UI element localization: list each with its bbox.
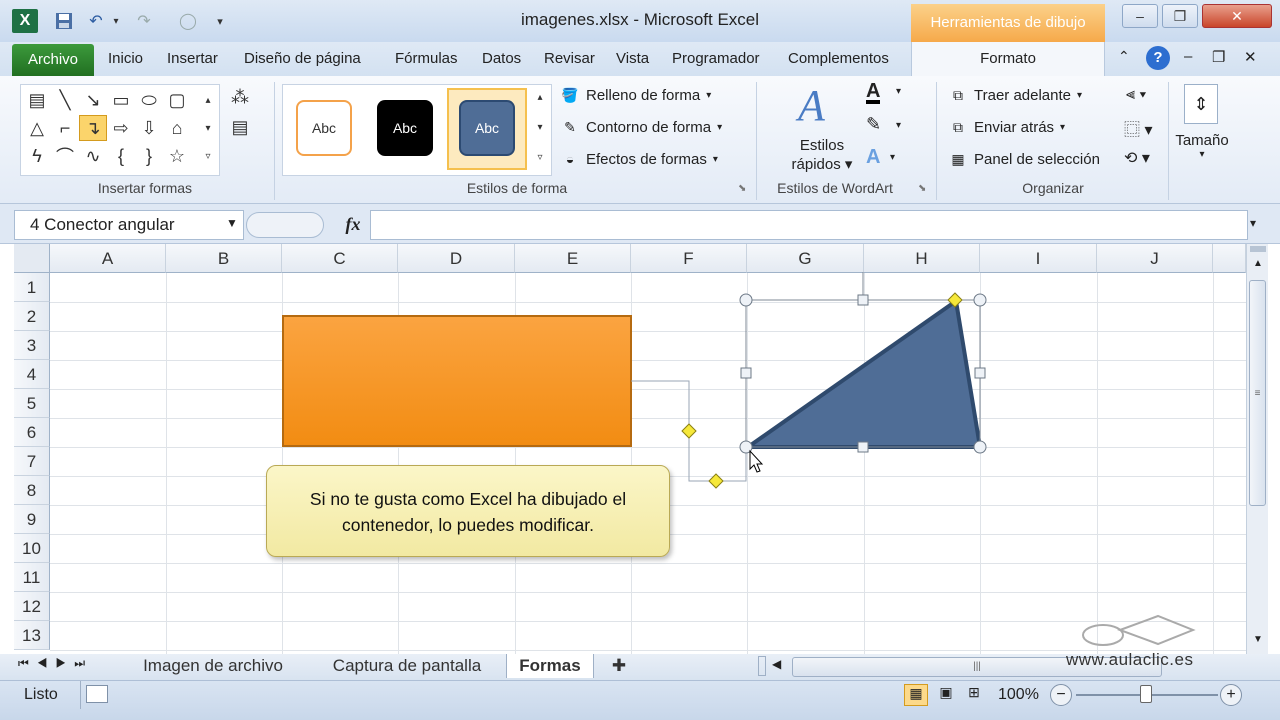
resize-handle[interactable] (740, 367, 752, 379)
tab-split-handle[interactable] (758, 656, 766, 676)
status-ready: Listo (24, 686, 58, 703)
mouse-cursor-icon (749, 449, 764, 473)
orange-rectangle-shape[interactable] (282, 315, 632, 447)
scroll-up-icon[interactable]: ▲ (1250, 258, 1266, 269)
page-layout-view-icon[interactable]: ▣ (934, 684, 958, 706)
resize-handle[interactable] (857, 441, 869, 453)
zoom-level[interactable]: 100% (998, 686, 1039, 704)
sheet-tab-active[interactable]: Formas (506, 654, 594, 678)
sheet-tab[interactable]: Captura de pantalla (312, 654, 502, 678)
resize-handle[interactable] (857, 294, 869, 306)
macro-record-icon[interactable] (86, 685, 108, 703)
new-sheet-icon[interactable]: ✚ (604, 654, 634, 678)
scroll-thumb[interactable]: ≡ (1249, 280, 1266, 506)
connector-adjust-handle[interactable] (681, 423, 697, 439)
scroll-down-icon[interactable]: ▼ (1250, 634, 1266, 645)
sheet-tab[interactable]: Imagen de archivo (122, 654, 304, 678)
resize-handle[interactable] (973, 440, 987, 454)
resize-handle[interactable] (974, 367, 986, 379)
triangle-shape[interactable] (746, 299, 982, 449)
scroll-left-icon[interactable]: ◀ (772, 657, 781, 671)
watermark-text: www.aulaclic.es (1066, 650, 1194, 669)
resize-handle[interactable] (973, 293, 987, 307)
split-box[interactable] (1250, 246, 1266, 252)
callout-line-1: Si no te gusta como Excel ha dibujado el (309, 489, 627, 509)
zoom-in-icon[interactable]: + (1220, 684, 1242, 706)
status-separator (80, 681, 81, 709)
status-bar: Listo ▦ ▣ ⊞ 100% − + (0, 680, 1280, 720)
resize-handle[interactable] (739, 293, 753, 307)
zoom-slider-thumb[interactable] (1140, 685, 1152, 703)
zoom-out-icon[interactable]: − (1050, 684, 1072, 706)
tutorial-callout: Si no te gusta como Excel ha dibujado el… (266, 465, 670, 557)
connector-adjust-handle[interactable] (708, 473, 724, 489)
sheet-nav-icons[interactable]: ⏮◀▶⏭ (18, 656, 93, 671)
mortarboard-logo-icon (1082, 614, 1196, 646)
normal-view-icon[interactable]: ▦ (904, 684, 928, 706)
vertical-scrollbar[interactable]: ▲ ≡ ▼ (1246, 244, 1268, 654)
callout-line-2: contenedor, lo puedes modificar. (342, 515, 594, 535)
page-break-view-icon[interactable]: ⊞ (962, 684, 986, 706)
